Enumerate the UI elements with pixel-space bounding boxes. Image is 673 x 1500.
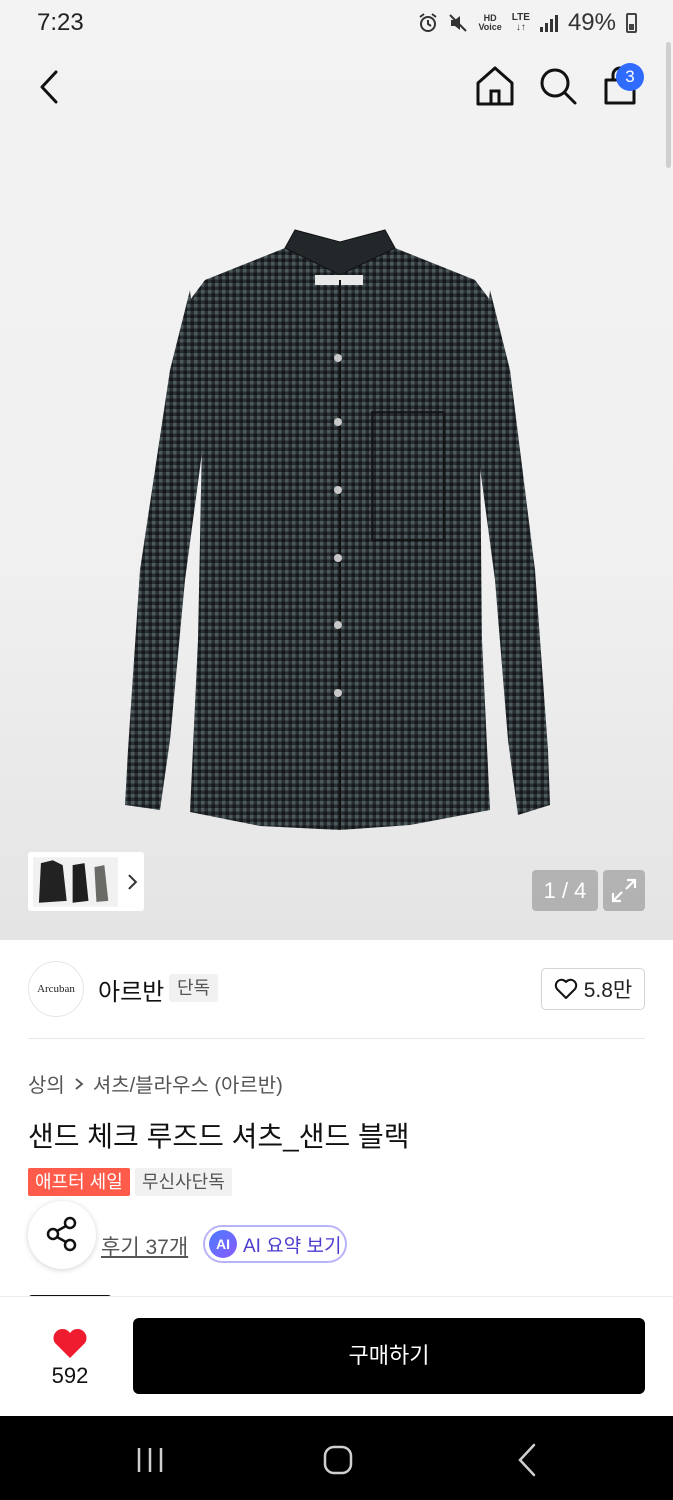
battery-icon: [626, 13, 637, 33]
hd-voice-icon: HD Voice: [478, 13, 502, 32]
search-icon[interactable]: [537, 64, 579, 108]
brand-exclusive-tag: 단독: [169, 974, 219, 1002]
chevron-right-icon: [75, 1077, 84, 1090]
brand-name[interactable]: 아르반: [98, 972, 164, 1007]
ai-summary-label: AI 요약 보기: [243, 1235, 342, 1257]
share-icon: [46, 1216, 77, 1252]
battery-percent: 49%: [567, 9, 616, 36]
home-button-icon[interactable]: [322, 1444, 354, 1476]
buy-button[interactable]: 구매하기: [133, 1318, 645, 1394]
back-icon[interactable]: [514, 1442, 540, 1478]
thumbnail-strip[interactable]: [28, 852, 144, 911]
product-image-gallery[interactable]: [0, 0, 673, 940]
ai-icon: AI: [209, 1230, 237, 1258]
brand-like-count: 5.8만: [583, 979, 633, 1002]
brand-like-button[interactable]: 5.8만: [541, 968, 645, 1010]
image-counter: 1 / 4: [532, 870, 598, 911]
divider: [28, 1038, 645, 1039]
page-scrollbar[interactable]: [666, 42, 671, 168]
sale-tag: 애프터 세일: [28, 1168, 130, 1196]
chevron-right-icon[interactable]: [122, 867, 144, 897]
cart-count-badge[interactable]: 3: [616, 63, 644, 91]
breadcrumb-item-subcategory[interactable]: 셔츠/블라우스 (아르반): [93, 1069, 283, 1098]
brand-logo[interactable]: Arcuban: [28, 961, 84, 1017]
chevron-left-icon[interactable]: [30, 64, 70, 110]
thumbnail-images[interactable]: [33, 856, 119, 907]
reviews-link[interactable]: 후기 37개: [101, 1231, 188, 1261]
heart-outline-icon: [554, 978, 577, 999]
recent-apps-icon[interactable]: [134, 1446, 166, 1474]
alarm-icon: [419, 13, 438, 32]
lte-icon: LTE ↓↑: [511, 12, 530, 33]
product-photo-shirt: [125, 229, 550, 830]
ai-summary-button[interactable]: AI AI 요약 보기: [203, 1225, 347, 1263]
signal-icon: [539, 14, 558, 32]
mute-icon: [449, 14, 468, 32]
breadcrumb-item-category[interactable]: 상의: [28, 1069, 65, 1098]
status-icons: HD Voice LTE ↓↑ 49%: [418, 9, 637, 37]
exclusive-tag: 무신사단독: [135, 1168, 232, 1196]
status-bar: 7:23 HD Voice LTE ↓↑ 49%: [0, 0, 673, 46]
status-time: 7:23: [37, 9, 84, 36]
breadcrumb: 상의 셔츠/블라우스 (아르반): [28, 1069, 283, 1098]
product-title: 샌드 체크 루즈드 셔츠_샌드 블랙: [28, 1121, 410, 1152]
expand-icon[interactable]: [603, 870, 645, 911]
like-count: 592: [51, 1363, 89, 1388]
share-button[interactable]: [28, 1201, 96, 1269]
home-icon[interactable]: [474, 64, 516, 108]
